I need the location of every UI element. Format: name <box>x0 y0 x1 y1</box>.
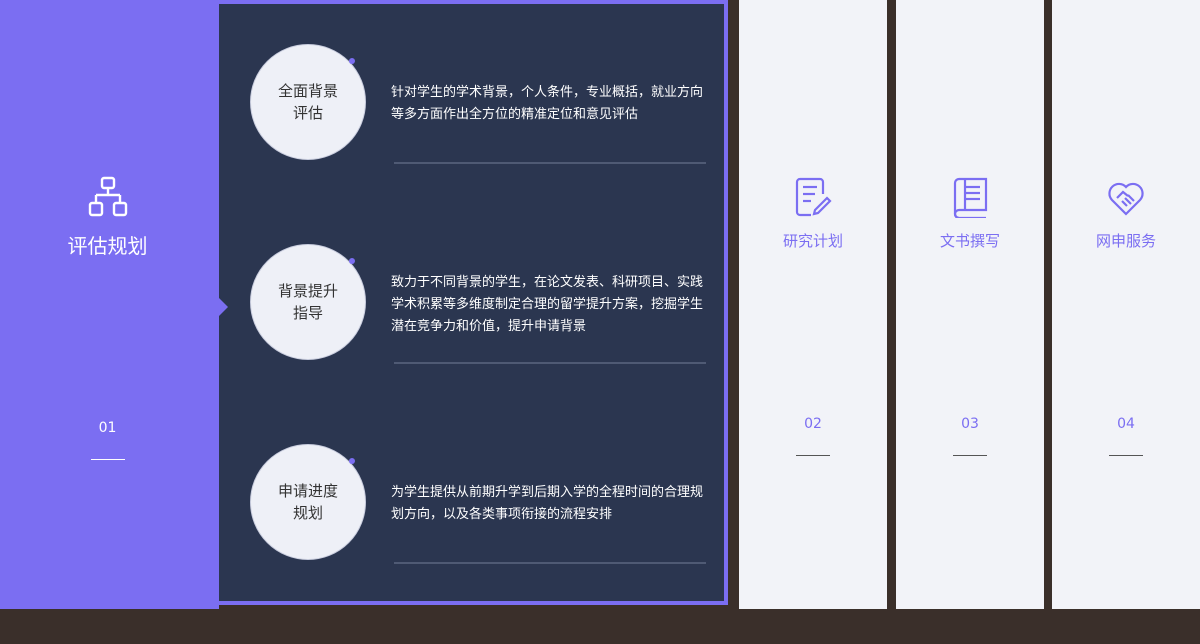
org-chart-icon <box>88 176 128 217</box>
tab-title: 研究计划 <box>782 232 843 250</box>
service-item: 申请进度规划 为学生提供从前期升学到后期入学的全程时间的合理规划方向，以及各类事… <box>219 444 724 644</box>
tab-essay-writing[interactable]: 文书撰写 03 <box>896 0 1044 609</box>
service-item: 全面背景评估 针对学生的学术背景，个人条件，专业概括，就业方向等多方面作出全方位… <box>219 44 724 244</box>
tab-underline <box>953 455 987 456</box>
tab-research-plan[interactable]: 研究计划 02 <box>739 0 887 609</box>
tab-number: 03 <box>961 416 979 432</box>
item-title: 申请进度规划 <box>277 482 338 522</box>
item-title: 全面背景评估 <box>277 82 338 122</box>
service-tabs: 评估规划 01 全面背景评估 针对学生的学术背景，个人条件，专业概括，就业方向等… <box>0 0 1200 609</box>
tab-underline <box>796 455 830 456</box>
tab-number: 01 <box>98 420 117 436</box>
item-description: 针对学生的学术背景，个人条件，专业概括，就业方向等多方面作出全方位的精准定位和意… <box>391 85 704 122</box>
item-divider <box>394 562 706 564</box>
service-item: 背景提升指导 致力于不同背景的学生，在论文发表、科研项目、实践学术积累等多维度制… <box>219 244 724 444</box>
decorative-dot <box>349 258 355 264</box>
tab-title: 评估规划 <box>67 234 148 258</box>
item-divider <box>394 362 706 364</box>
item-title: 背景提升指导 <box>277 282 338 322</box>
tab-online-application[interactable]: 网申服务 04 <box>1052 0 1200 609</box>
tab-number: 04 <box>1117 416 1135 432</box>
tab-number: 02 <box>804 416 822 432</box>
handshake-heart-icon <box>1108 182 1144 216</box>
decorative-dot <box>349 58 355 64</box>
item-description: 致力于不同背景的学生，在论文发表、科研项目、实践学术积累等多维度制定合理的留学提… <box>391 275 704 334</box>
tab-assessment-planning[interactable]: 评估规划 01 <box>0 0 219 609</box>
detail-panel: 全面背景评估 针对学生的学术背景，个人条件，专业概括，就业方向等多方面作出全方位… <box>219 0 728 605</box>
tab-title: 网申服务 <box>1095 232 1156 250</box>
document-edit-icon <box>795 177 832 217</box>
book-icon <box>953 177 988 218</box>
decorative-dot <box>349 458 355 464</box>
item-divider <box>394 162 706 164</box>
panel-pointer <box>219 298 228 316</box>
tab-underline <box>1109 455 1143 456</box>
tab-underline <box>91 459 125 460</box>
tab-title: 文书撰写 <box>939 232 1000 250</box>
item-description: 为学生提供从前期升学到后期入学的全程时间的合理规划方向，以及各类事项衔接的流程安… <box>391 485 704 522</box>
